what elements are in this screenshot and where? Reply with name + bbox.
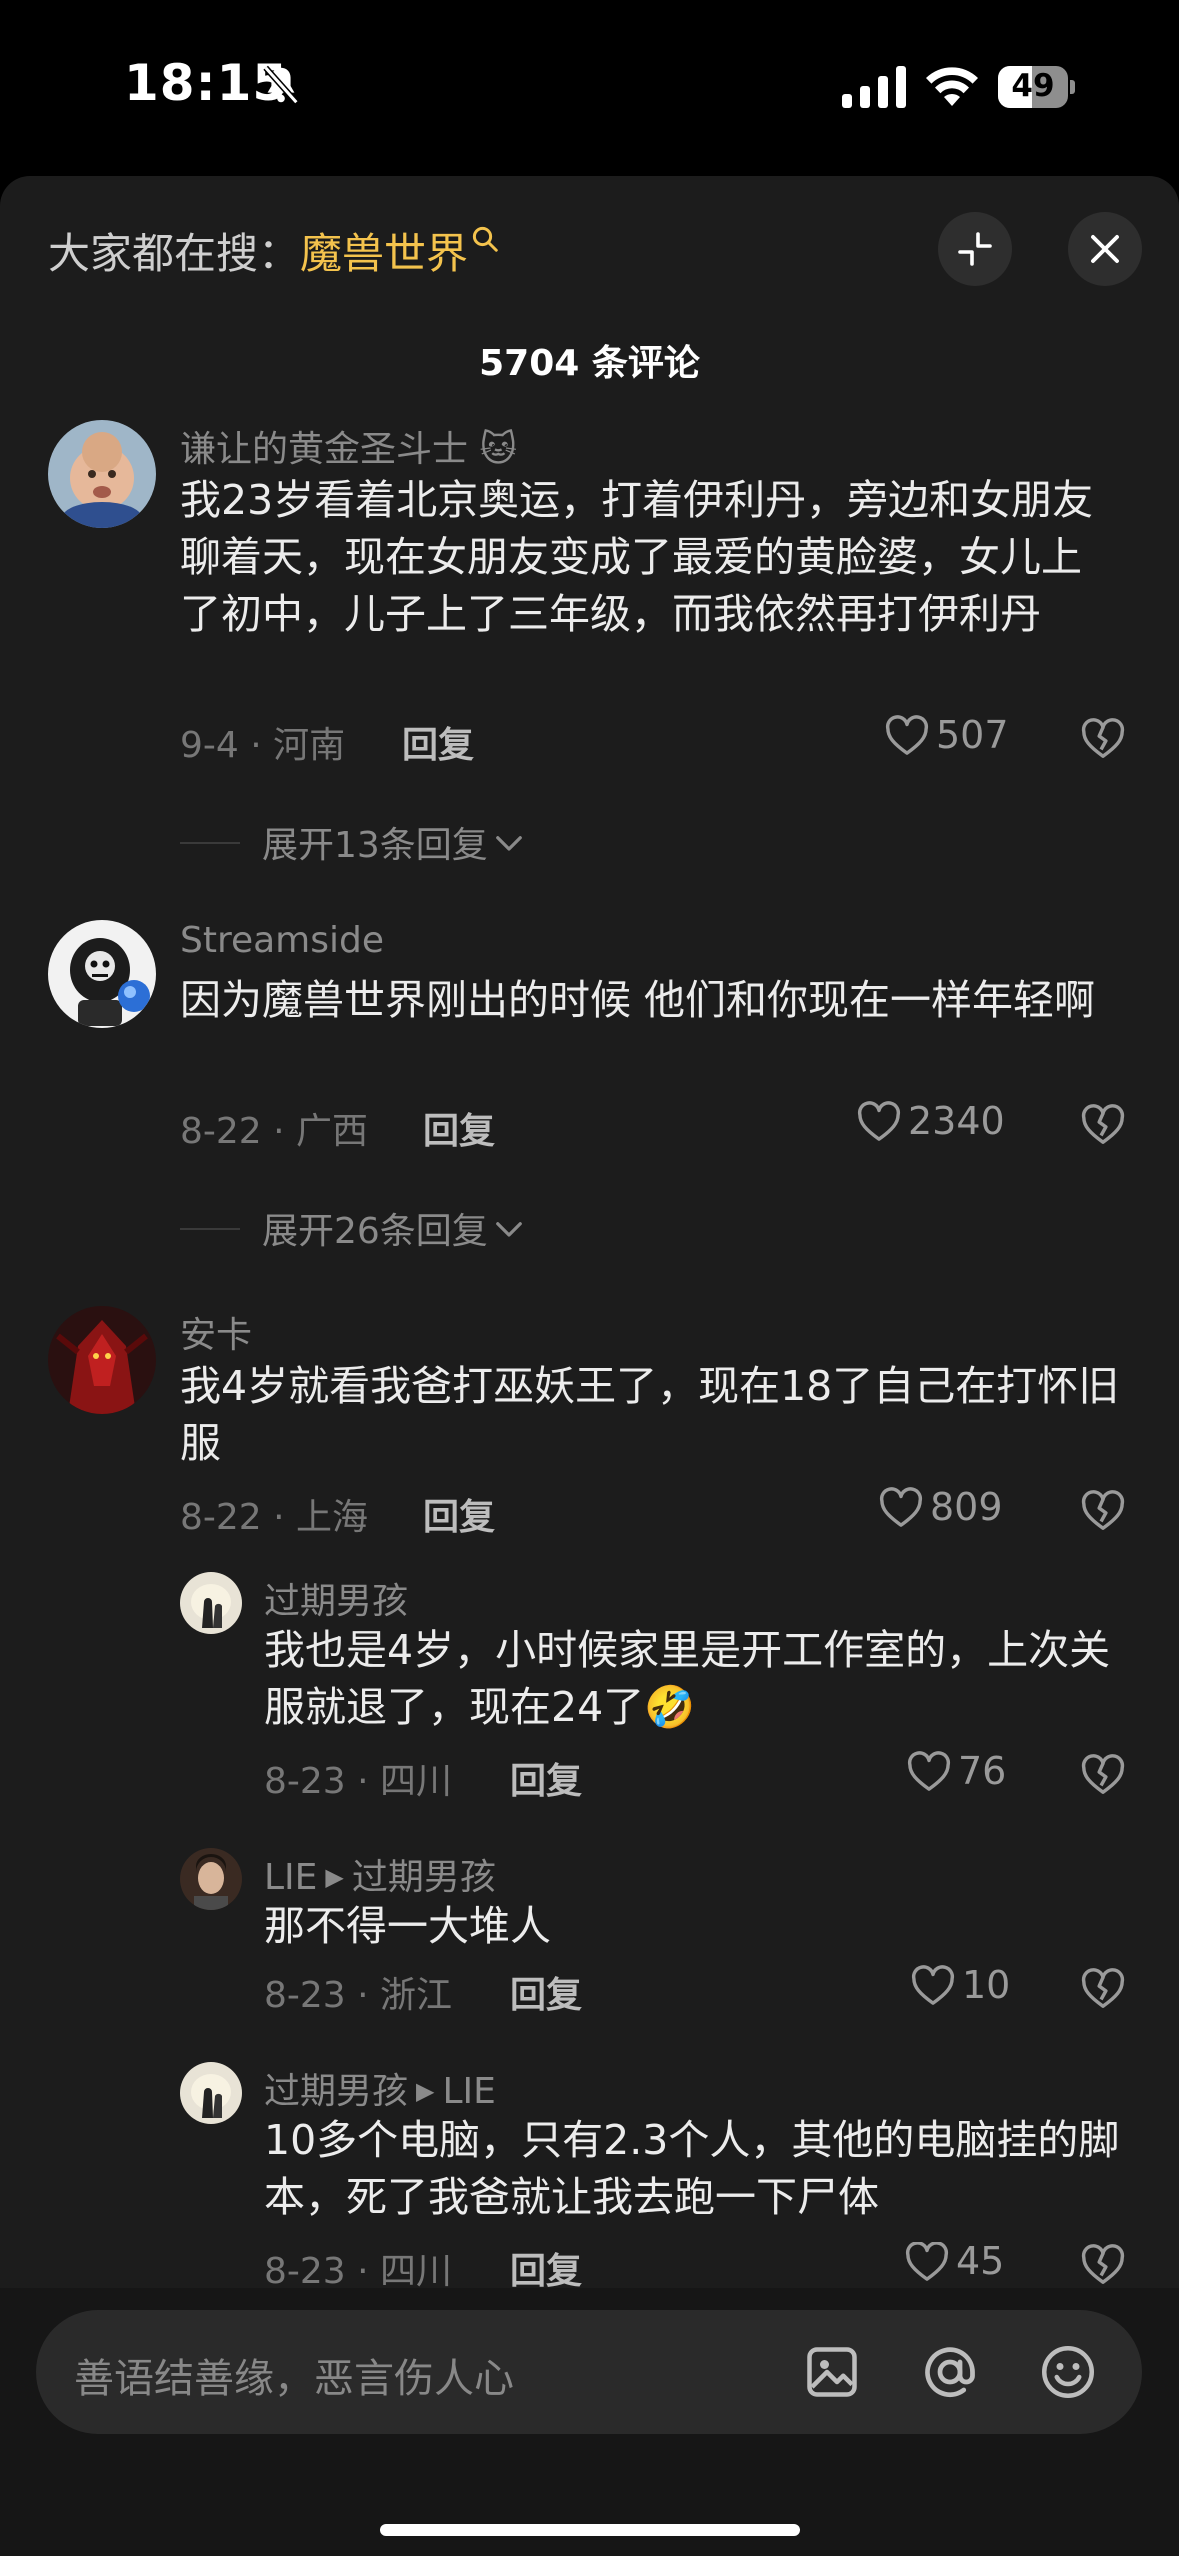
avatar[interactable] (180, 2062, 242, 2124)
reply-meta: 8-23 · 浙江 (264, 1975, 453, 2016)
heart-icon (857, 1101, 901, 1141)
chevron-down-icon (495, 836, 522, 851)
avatar[interactable] (48, 1306, 156, 1414)
mention-icon[interactable] (920, 2342, 980, 2402)
reply-username[interactable]: 过期男孩 (264, 1572, 408, 1624)
avatar[interactable] (180, 1848, 242, 1910)
broken-heart-icon[interactable] (1080, 1102, 1126, 1146)
home-indicator[interactable] (380, 2524, 800, 2536)
comment-meta: 9-4 · 河南 (180, 725, 346, 766)
search-icon (472, 226, 498, 252)
comment-input-bar: 善语结善缘，恶言伤人心 (0, 2288, 1179, 2556)
bell-slash-icon (263, 65, 299, 105)
comment-username[interactable]: Streamside (180, 920, 384, 961)
broken-heart-icon[interactable] (1080, 716, 1126, 760)
like-button[interactable]: 10 (910, 1963, 1010, 2007)
reply-text[interactable]: 我也是4岁，小时候家里是开工作室的，上次关服就退了，现在24了🤣 (264, 1622, 1124, 1736)
collapse-button[interactable] (938, 212, 1012, 286)
reply-to-arrow-icon: ▶ (325, 1863, 344, 1891)
wifi-icon (926, 67, 978, 106)
comment-username[interactable]: 安卡 (180, 1306, 252, 1358)
like-count: 809 (930, 1485, 1003, 1529)
comment-input-placeholder: 善语结善缘，恶言伤人心 (74, 2356, 514, 2402)
user-badge-emoji: 🐱 (479, 429, 517, 470)
search-suggestion[interactable]: 大家都在搜：魔兽世界 (48, 220, 500, 281)
close-button[interactable] (1068, 212, 1142, 286)
reply-button[interactable]: 回复 (423, 1488, 495, 1540)
status-bar: 18:15 49 (0, 0, 1179, 176)
battery-percent: 49 (1011, 68, 1055, 104)
reply-button[interactable]: 回复 (510, 2242, 582, 2288)
expand-divider (180, 1228, 240, 1230)
username-text: 谦让的黄金圣斗士 (180, 429, 469, 470)
reply-button[interactable]: 回复 (510, 1752, 582, 1804)
reply-username[interactable]: LIE ▶ 过期男孩 (264, 1848, 496, 1900)
reply-to-username[interactable]: 过期男孩 (352, 1857, 496, 1898)
like-button[interactable]: 507 (884, 713, 1009, 757)
comment-username[interactable]: 谦让的黄金圣斗士 🐱 (180, 420, 517, 472)
reply-button[interactable]: 回复 (402, 716, 474, 768)
heart-icon (885, 715, 929, 755)
close-icon (1091, 235, 1119, 263)
reply-button[interactable]: 回复 (510, 1966, 582, 2018)
battery-indicator: 49 (998, 66, 1075, 108)
reply-username[interactable]: 过期男孩 ▶ LIE (264, 2062, 496, 2114)
avatar[interactable] (48, 920, 156, 1028)
avatar[interactable] (180, 1572, 242, 1634)
chevron-down-icon (495, 1222, 522, 1237)
search-keyword[interactable]: 魔兽世界 (300, 229, 468, 278)
comments-sheet: 大家都在搜：魔兽世界 5704 条评论 谦让的黄金圣斗士 🐱 我23岁看着北京奥 (0, 176, 1179, 2556)
comment-text[interactable]: 因为魔兽世界刚出的时候 他们和你现在一样年轻啊 (180, 972, 1120, 1029)
heart-icon (879, 1487, 923, 1527)
reply-footer-clip: 8-23 · 四川 回复 45 (0, 2242, 1179, 2288)
like-count: 76 (958, 1749, 1007, 1793)
broken-heart-icon[interactable] (1080, 1752, 1126, 1796)
reply-meta: 8-23 · 四川 (264, 2251, 453, 2288)
expand-label: 展开26条回复 (262, 1211, 488, 1252)
expand-replies-button[interactable]: 展开13条回复 (262, 816, 524, 868)
like-count: 2340 (908, 1099, 1005, 1143)
collapse-icon (958, 232, 992, 266)
reply-button[interactable]: 回复 (423, 1102, 495, 1154)
battery-nub (1070, 80, 1075, 94)
like-count: 507 (936, 713, 1009, 757)
reply-to-arrow-icon: ▶ (416, 2077, 435, 2105)
comment-input[interactable]: 善语结善缘，恶言伤人心 (36, 2310, 1142, 2434)
heart-icon (911, 1965, 955, 2005)
image-icon[interactable] (802, 2342, 862, 2402)
expand-replies-button[interactable]: 展开26条回复 (262, 1202, 524, 1254)
like-button[interactable]: 2340 (856, 1099, 1005, 1143)
broken-heart-icon[interactable] (1080, 2242, 1126, 2286)
reply-meta: 8-23 · 四川 (264, 1761, 453, 1802)
heart-icon (905, 2242, 949, 2281)
expand-divider (180, 842, 240, 844)
heart-icon (907, 1751, 951, 1791)
reply-text[interactable]: 那不得一大堆人 (264, 1898, 1124, 1955)
username-text: LIE (264, 1857, 318, 1898)
like-button[interactable]: 76 (906, 1749, 1006, 1793)
comment-text[interactable]: 我23岁看着北京奥运，打着伊利丹，旁边和女朋友聊着天，现在女朋友变成了最爱的黄脸… (180, 472, 1120, 643)
comment-meta: 8-22 · 上海 (180, 1497, 369, 1538)
broken-heart-icon[interactable] (1080, 1488, 1126, 1532)
cellular-signal-icon (842, 66, 906, 108)
like-button[interactable]: 809 (878, 1485, 1003, 1529)
comment-count: 5704 条评论 (479, 343, 700, 384)
emoji-icon[interactable] (1038, 2342, 1098, 2402)
like-button[interactable]: 45 (904, 2242, 1004, 2283)
broken-heart-icon[interactable] (1080, 1966, 1126, 2010)
search-prefix: 大家都在搜： (48, 229, 301, 278)
username-text: 过期男孩 (264, 2071, 409, 2112)
comment-meta: 8-22 · 广西 (180, 1111, 369, 1152)
reply-text[interactable]: 10多个电脑，只有2.3个人，其他的电脑挂的脚本，死了我爸就让我去跑一下尸体 (264, 2112, 1124, 2226)
like-count: 45 (956, 2242, 1005, 2283)
reply-to-username[interactable]: LIE (442, 2071, 495, 2112)
expand-label: 展开13条回复 (262, 825, 488, 866)
like-count: 10 (962, 1963, 1011, 2007)
avatar[interactable] (48, 420, 156, 528)
comment-text[interactable]: 我4岁就看我爸打巫妖王了，现在18了自己在打怀旧服 (180, 1358, 1120, 1472)
